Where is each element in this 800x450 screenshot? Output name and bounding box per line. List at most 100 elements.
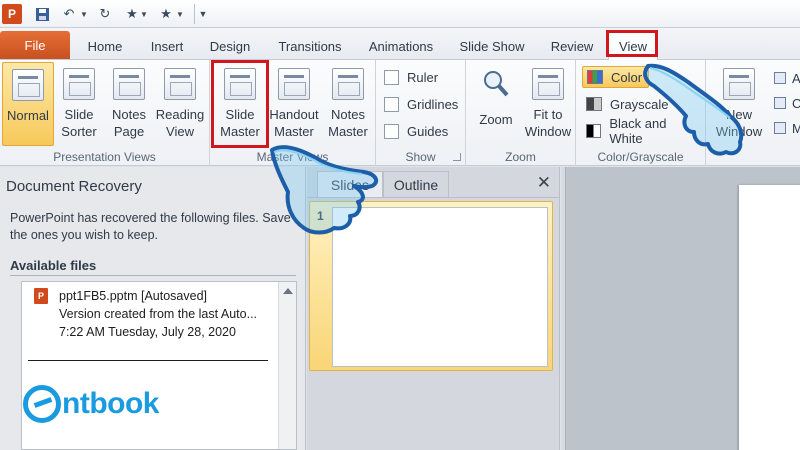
fit-to-window-icon bbox=[532, 68, 564, 100]
ribbon-view: Normal Slide Sorter Notes Page Reading V… bbox=[0, 60, 800, 166]
toolbar-separator bbox=[194, 4, 195, 24]
arrange-all-button[interactable]: A bbox=[774, 68, 800, 88]
new-window-button[interactable]: New Window bbox=[712, 62, 766, 146]
slide-sorter-button[interactable]: Slide Sorter bbox=[56, 62, 102, 146]
new-window-icon bbox=[723, 68, 755, 100]
powerpoint-window: P ↶ ▼ ↻ ★ ▼ ★ ▼ ▼ File Home Insert Desig… bbox=[0, 0, 800, 450]
cascade-button[interactable]: C bbox=[774, 93, 800, 113]
move-split-label: M bbox=[792, 120, 800, 136]
scroll-up-icon[interactable] bbox=[283, 288, 293, 294]
black-white-swatch-icon bbox=[586, 124, 602, 138]
pptm-file-icon: P bbox=[34, 288, 48, 304]
tab-design[interactable]: Design bbox=[200, 32, 260, 60]
star-dropdown-icon[interactable]: ▼ bbox=[176, 4, 184, 24]
arrange-all-label: A bbox=[792, 70, 800, 86]
heading-divider bbox=[10, 275, 296, 276]
customize-toolbar-icon[interactable]: ▼ bbox=[198, 4, 208, 24]
tab-slides[interactable]: Slides bbox=[317, 171, 383, 197]
tab-file[interactable]: File bbox=[0, 31, 70, 59]
ruler-checkbox[interactable]: Ruler bbox=[384, 66, 438, 88]
slide-canvas[interactable] bbox=[739, 185, 800, 450]
slide-master-icon bbox=[224, 68, 256, 100]
magnifier-icon bbox=[480, 68, 512, 105]
fit-to-window-label: Fit to Window bbox=[524, 107, 572, 139]
slide-thumbnail-selected[interactable]: 1 bbox=[309, 201, 553, 371]
slide-editor-area bbox=[561, 167, 800, 450]
grayscale-swatch-icon bbox=[586, 97, 602, 111]
black-and-white-button[interactable]: Black and White bbox=[582, 116, 705, 146]
handout-master-label: Handout Master bbox=[269, 107, 319, 139]
recovered-file-date: 7:22 AM Tuesday, July 28, 2020 bbox=[59, 325, 236, 339]
slide-master-label: Slide Master bbox=[220, 107, 260, 139]
grayscale-button[interactable]: Grayscale bbox=[582, 93, 675, 115]
guides-label: Guides bbox=[407, 123, 449, 139]
tab-insert[interactable]: Insert bbox=[140, 32, 194, 60]
group-color-grayscale: Color Grayscale Black and White Color/Gr… bbox=[576, 60, 706, 166]
guides-checkbox[interactable]: Guides bbox=[384, 120, 448, 142]
logo-text: ntbook bbox=[62, 387, 159, 420]
group-label-master-views: Master Views bbox=[256, 150, 329, 164]
group-show: Ruler Gridlines Guides Show bbox=[376, 60, 466, 166]
recovery-title: Document Recovery bbox=[6, 178, 142, 195]
recovered-file-name[interactable]: ppt1FB5.pptm [Autosaved] bbox=[59, 289, 207, 303]
star-icon[interactable]: ★ bbox=[124, 4, 140, 24]
star-icon[interactable]: ★ bbox=[158, 4, 174, 24]
group-zoom: Zoom Fit to Window Zoom bbox=[466, 60, 576, 166]
slide-number: 1 bbox=[317, 209, 324, 223]
tab-animations[interactable]: Animations bbox=[358, 32, 444, 60]
normal-view-icon bbox=[12, 69, 44, 101]
new-window-label: New Window bbox=[715, 107, 763, 139]
ruler-label: Ruler bbox=[407, 69, 439, 85]
normal-view-label: Normal bbox=[7, 108, 49, 123]
slide-master-button[interactable]: Slide Master bbox=[214, 62, 266, 146]
powerpoint-app-icon[interactable]: P bbox=[2, 4, 22, 24]
star-dropdown-icon[interactable]: ▼ bbox=[140, 4, 148, 24]
cascade-label: C bbox=[792, 95, 800, 111]
redo-icon[interactable]: ↻ bbox=[98, 4, 112, 24]
notes-page-label: Notes Page bbox=[112, 107, 146, 139]
move-split-button[interactable]: M bbox=[774, 118, 800, 138]
slide-sorter-icon bbox=[63, 68, 95, 100]
tab-outline[interactable]: Outline bbox=[383, 171, 449, 197]
tab-review[interactable]: Review bbox=[542, 32, 602, 60]
reading-view-button[interactable]: Reading View bbox=[154, 62, 206, 146]
notes-master-button[interactable]: Notes Master bbox=[322, 62, 374, 146]
slide-sorter-label: Slide Sorter bbox=[61, 107, 97, 139]
file-list-scrollbar[interactable] bbox=[278, 282, 296, 449]
tab-transitions[interactable]: Transitions bbox=[268, 32, 352, 60]
file-divider bbox=[28, 360, 268, 361]
move-split-icon bbox=[774, 122, 786, 134]
ntbook-logo: ntbook bbox=[23, 382, 159, 426]
save-icon[interactable] bbox=[34, 4, 50, 24]
ruler-checkbox-box[interactable] bbox=[384, 69, 399, 85]
gridlines-checkbox-box[interactable] bbox=[384, 96, 399, 112]
tab-slide-show[interactable]: Slide Show bbox=[450, 32, 534, 60]
color-button[interactable]: Color bbox=[582, 66, 650, 88]
handout-master-button[interactable]: Handout Master bbox=[268, 62, 320, 146]
slide-thumbnail[interactable] bbox=[332, 207, 548, 367]
arrange-all-icon bbox=[774, 72, 786, 84]
notes-page-button[interactable]: Notes Page bbox=[104, 62, 154, 146]
pane-splitter[interactable] bbox=[561, 167, 566, 450]
undo-icon[interactable]: ↶ bbox=[62, 4, 76, 24]
notes-master-label: Notes Master bbox=[328, 107, 368, 139]
quick-access-toolbar: P ↶ ▼ ↻ ★ ▼ ★ ▼ ▼ bbox=[0, 0, 800, 28]
show-dialog-launcher-icon[interactable] bbox=[453, 153, 461, 161]
black-and-white-label: Black and White bbox=[609, 116, 667, 146]
zoom-button[interactable]: Zoom bbox=[472, 62, 520, 146]
tab-home[interactable]: Home bbox=[78, 32, 132, 60]
group-label-zoom: Zoom bbox=[505, 150, 536, 164]
guides-checkbox-box[interactable] bbox=[384, 123, 399, 139]
tab-view[interactable]: View bbox=[608, 31, 658, 60]
gridlines-checkbox[interactable]: Gridlines bbox=[384, 93, 458, 115]
available-files-heading: Available files bbox=[10, 258, 97, 273]
close-icon[interactable]: ✕ bbox=[537, 173, 551, 193]
grayscale-label: Grayscale bbox=[610, 96, 669, 112]
undo-dropdown-icon[interactable]: ▼ bbox=[80, 4, 88, 24]
fit-to-window-button[interactable]: Fit to Window bbox=[520, 62, 576, 146]
group-window: New Window A C M bbox=[706, 60, 800, 166]
reading-view-label: Reading View bbox=[155, 107, 205, 139]
cascade-icon bbox=[774, 97, 786, 109]
logo-mark-icon bbox=[23, 385, 61, 423]
normal-view-button[interactable]: Normal bbox=[2, 62, 54, 146]
